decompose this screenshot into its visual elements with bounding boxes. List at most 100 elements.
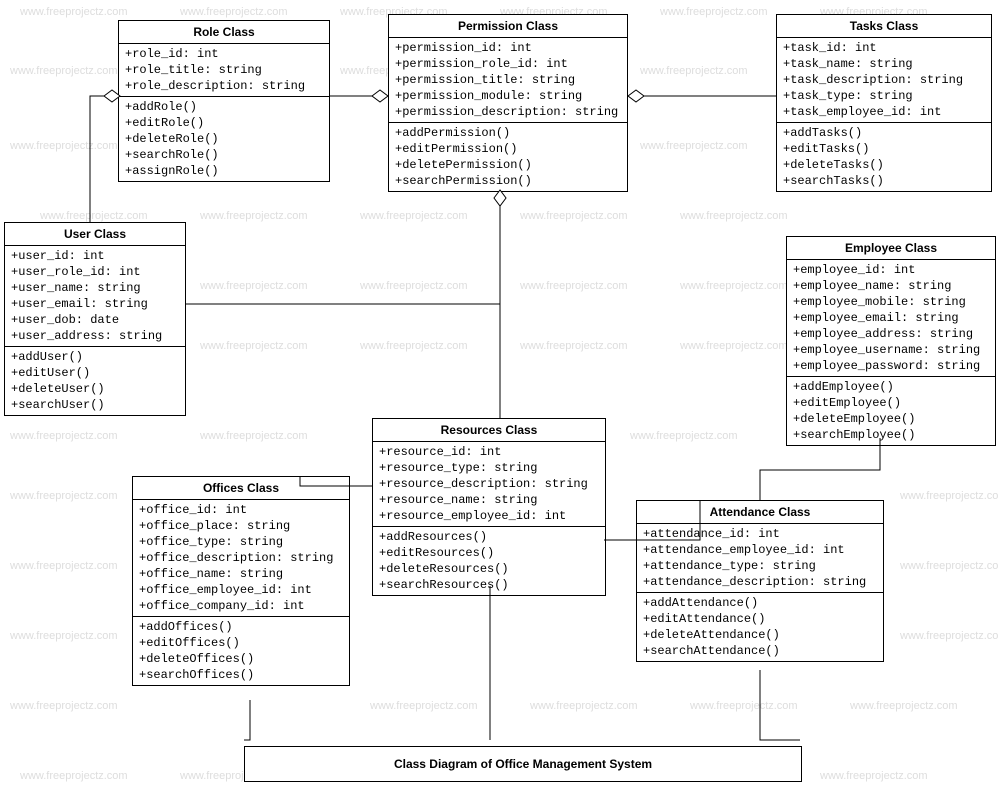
attr: +attendance_description: string: [643, 574, 877, 590]
op: +searchRole(): [125, 147, 323, 163]
class-permission-title: Permission Class: [389, 15, 627, 38]
attr: +task_name: string: [783, 56, 985, 72]
watermark: www.freeprojectz.com: [40, 210, 148, 222]
watermark: www.freeprojectz.com: [20, 770, 128, 782]
op: +addOffices(): [139, 619, 343, 635]
class-attendance-ops: +addAttendance() +editAttendance() +dele…: [637, 593, 883, 661]
attr: +employee_id: int: [793, 262, 989, 278]
attr: +resource_id: int: [379, 444, 599, 460]
class-tasks-ops: +addTasks() +editTasks() +deleteTasks() …: [777, 123, 991, 191]
class-attendance-attrs: +attendance_id: int +attendance_employee…: [637, 524, 883, 593]
watermark: www.freeprojectz.com: [360, 280, 468, 292]
class-resources-ops: +addResources() +editResources() +delete…: [373, 527, 605, 595]
diagram-caption: Class Diagram of Office Management Syste…: [244, 746, 802, 782]
attr: +resource_type: string: [379, 460, 599, 476]
op: +addRole(): [125, 99, 323, 115]
attr: +permission_id: int: [395, 40, 621, 56]
attr: +task_id: int: [783, 40, 985, 56]
watermark: www.freeprojectz.com: [820, 770, 928, 782]
class-tasks-attrs: +task_id: int +task_name: string +task_d…: [777, 38, 991, 123]
op: +editUser(): [11, 365, 179, 381]
watermark: www.freeprojectz.com: [10, 630, 118, 642]
attr: +task_description: string: [783, 72, 985, 88]
attr: +resource_description: string: [379, 476, 599, 492]
watermark: www.freeprojectz.com: [10, 560, 118, 572]
attr: +office_employee_id: int: [139, 582, 343, 598]
op: +searchResources(): [379, 577, 599, 593]
watermark: www.freeprojectz.com: [690, 700, 798, 712]
attr: +attendance_id: int: [643, 526, 877, 542]
attr: +user_role_id: int: [11, 264, 179, 280]
watermark: www.freeprojectz.com: [10, 430, 118, 442]
class-role: Role Class +role_id: int +role_title: st…: [118, 20, 330, 182]
watermark: www.freeprojectz.com: [200, 210, 308, 222]
watermark: www.freeprojectz.com: [360, 210, 468, 222]
class-offices-title: Offices Class: [133, 477, 349, 500]
op: +searchTasks(): [783, 173, 985, 189]
watermark: www.freeprojectz.com: [680, 210, 788, 222]
watermark: www.freeprojectz.com: [200, 340, 308, 352]
op: +addResources(): [379, 529, 599, 545]
op: +addEmployee(): [793, 379, 989, 395]
watermark: www.freeprojectz.com: [680, 340, 788, 352]
watermark: www.freeprojectz.com: [20, 6, 128, 18]
class-employee-title: Employee Class: [787, 237, 995, 260]
class-permission: Permission Class +permission_id: int +pe…: [388, 14, 628, 192]
watermark: www.freeprojectz.com: [630, 430, 738, 442]
watermark: www.freeprojectz.com: [660, 6, 768, 18]
watermark: www.freeprojectz.com: [530, 700, 638, 712]
class-resources: Resources Class +resource_id: int +resou…: [372, 418, 606, 596]
watermark: www.freeprojectz.com: [680, 280, 788, 292]
op: +editAttendance(): [643, 611, 877, 627]
attr: +user_dob: date: [11, 312, 179, 328]
attr: +office_company_id: int: [139, 598, 343, 614]
class-role-title: Role Class: [119, 21, 329, 44]
op: +searchOffices(): [139, 667, 343, 683]
class-employee-attrs: +employee_id: int +employee_name: string…: [787, 260, 995, 377]
class-offices-ops: +addOffices() +editOffices() +deleteOffi…: [133, 617, 349, 685]
attr: +employee_mobile: string: [793, 294, 989, 310]
attr: +permission_module: string: [395, 88, 621, 104]
op: +editOffices(): [139, 635, 343, 651]
class-role-attrs: +role_id: int +role_title: string +role_…: [119, 44, 329, 97]
attr: +user_id: int: [11, 248, 179, 264]
watermark: www.freeprojectz.com: [10, 140, 118, 152]
watermark: www.freeprojectz.com: [360, 340, 468, 352]
op: +deleteAttendance(): [643, 627, 877, 643]
watermark: www.freeprojectz.com: [10, 490, 118, 502]
op: +addPermission(): [395, 125, 621, 141]
watermark: www.freeprojectz.com: [640, 65, 748, 77]
attr: +task_type: string: [783, 88, 985, 104]
class-employee: Employee Class +employee_id: int +employ…: [786, 236, 996, 446]
attr: +user_address: string: [11, 328, 179, 344]
attr: +permission_role_id: int: [395, 56, 621, 72]
watermark: www.freeprojectz.com: [520, 340, 628, 352]
attr: +attendance_employee_id: int: [643, 542, 877, 558]
attr: +role_title: string: [125, 62, 323, 78]
op: +addUser(): [11, 349, 179, 365]
watermark: www.freeprojectz.com: [180, 6, 288, 18]
op: +deleteTasks(): [783, 157, 985, 173]
watermark: www.freeprojectz.com: [520, 210, 628, 222]
class-attendance: Attendance Class +attendance_id: int +at…: [636, 500, 884, 662]
op: +editTasks(): [783, 141, 985, 157]
watermark: www.freeprojectz.com: [850, 700, 958, 712]
class-permission-ops: +addPermission() +editPermission() +dele…: [389, 123, 627, 191]
class-role-ops: +addRole() +editRole() +deleteRole() +se…: [119, 97, 329, 181]
attr: +resource_name: string: [379, 492, 599, 508]
watermark: www.freeprojectz.com: [900, 560, 999, 572]
op: +editEmployee(): [793, 395, 989, 411]
attr: +office_type: string: [139, 534, 343, 550]
op: +deleteOffices(): [139, 651, 343, 667]
attr: +office_name: string: [139, 566, 343, 582]
watermark: www.freeprojectz.com: [640, 140, 748, 152]
class-resources-title: Resources Class: [373, 419, 605, 442]
op: +deleteEmployee(): [793, 411, 989, 427]
watermark: www.freeprojectz.com: [10, 65, 118, 77]
op: +deleteRole(): [125, 131, 323, 147]
watermark: www.freeprojectz.com: [200, 430, 308, 442]
op: +editRole(): [125, 115, 323, 131]
attr: +employee_email: string: [793, 310, 989, 326]
attr: +user_email: string: [11, 296, 179, 312]
attr: +employee_address: string: [793, 326, 989, 342]
